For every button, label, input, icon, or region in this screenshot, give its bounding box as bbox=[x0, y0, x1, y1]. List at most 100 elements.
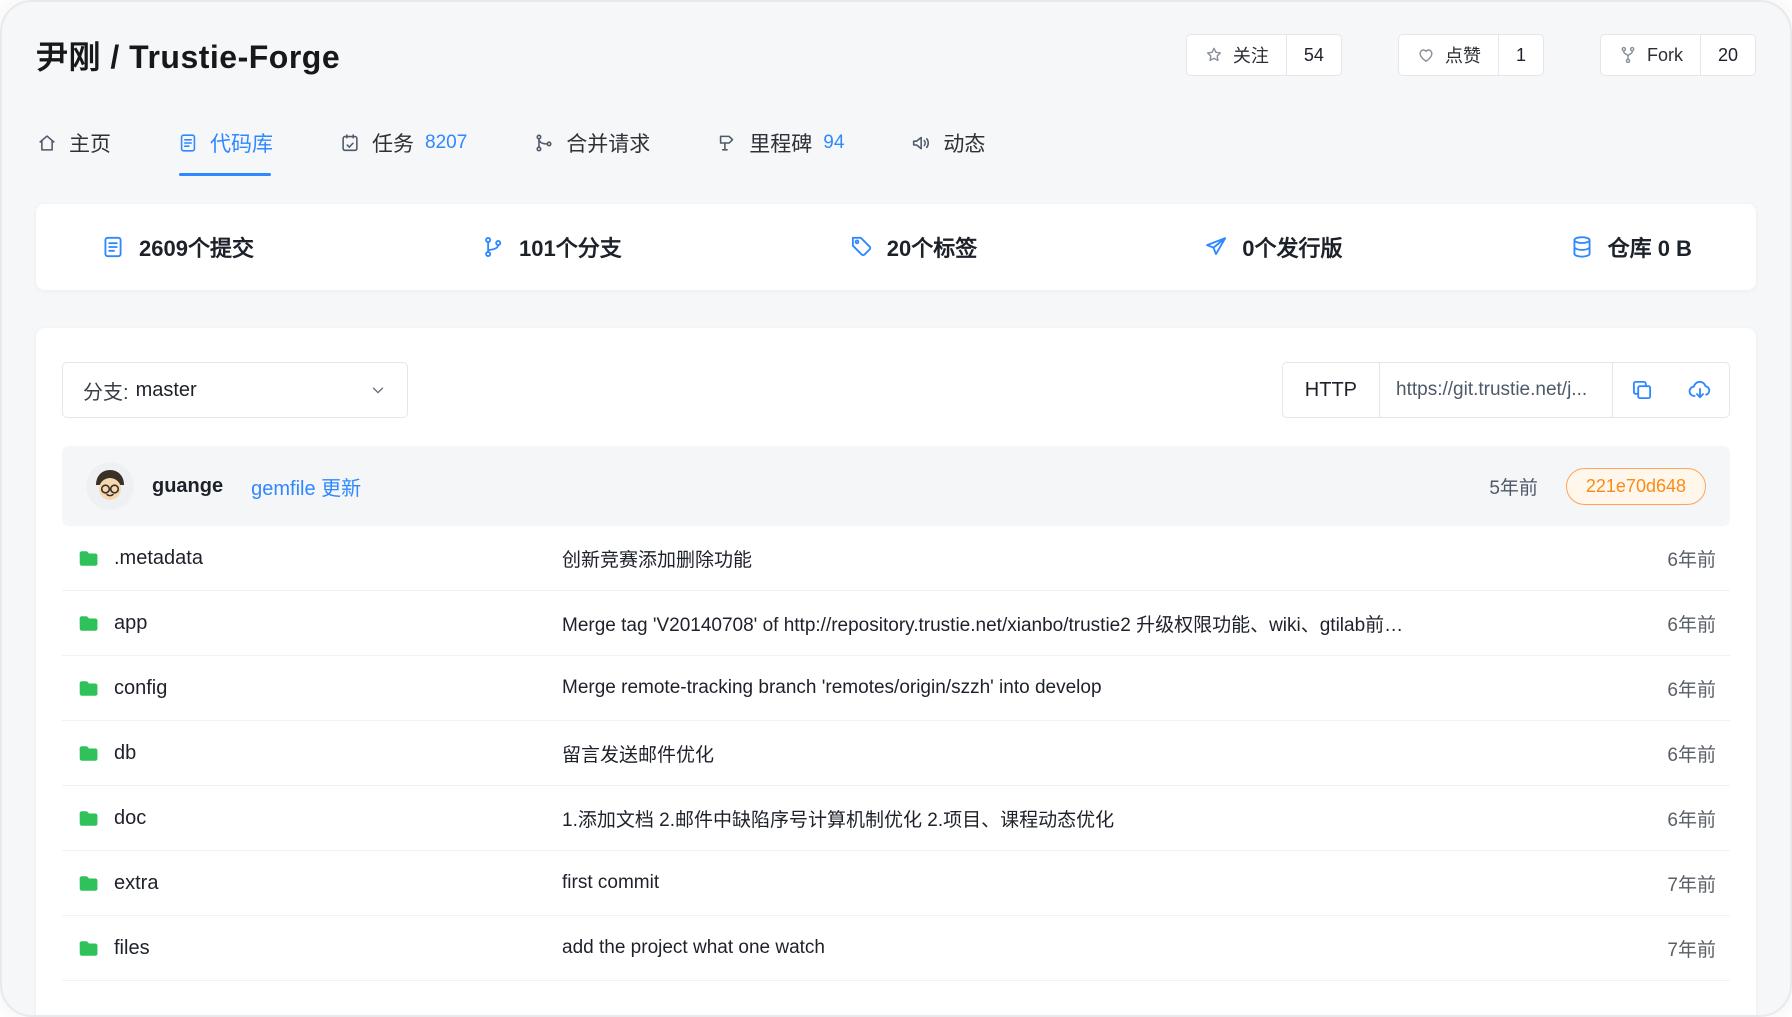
folder-icon bbox=[76, 611, 101, 636]
branch-selector[interactable]: 分支: master bbox=[62, 362, 408, 418]
file-name-link[interactable]: app bbox=[62, 611, 562, 636]
tab-home[interactable]: 主页 bbox=[36, 128, 111, 176]
tab-merge-requests[interactable]: 合并请求 bbox=[533, 128, 650, 176]
file-commit-message[interactable]: 1.添加文档 2.邮件中缺陷序号计算机制优化 2.项目、课程动态优化 bbox=[562, 805, 1580, 832]
stat-tags[interactable]: 20个标签 bbox=[848, 231, 977, 263]
file-name: db bbox=[114, 742, 136, 765]
like-label-cell[interactable]: 点赞 bbox=[1399, 35, 1498, 75]
table-row[interactable]: config Merge remote-tracking branch 'rem… bbox=[62, 656, 1730, 721]
repo-breadcrumb[interactable]: 尹刚 / Trustie-Forge bbox=[36, 32, 340, 78]
file-commit-message[interactable]: Merge remote-tracking branch 'remotes/or… bbox=[562, 677, 1580, 699]
fork-count[interactable]: 20 bbox=[1700, 35, 1755, 75]
fork-icon bbox=[1618, 45, 1638, 65]
folder-icon bbox=[76, 936, 101, 961]
file-name-link[interactable]: doc bbox=[62, 806, 562, 831]
task-icon bbox=[339, 132, 361, 154]
clone-url-input[interactable] bbox=[1380, 379, 1612, 401]
file-name: files bbox=[114, 937, 150, 960]
table-row[interactable]: files add the project what one watch 7年前 bbox=[62, 916, 1730, 981]
copy-url-button[interactable] bbox=[1613, 363, 1671, 417]
repo-browser: 分支: master HTTP bbox=[36, 328, 1756, 1017]
like-count[interactable]: 1 bbox=[1498, 35, 1543, 75]
file-commit-time: 6年前 bbox=[1580, 545, 1730, 572]
file-commit-message[interactable]: Merge tag 'V20140708' of http://reposito… bbox=[562, 610, 1580, 637]
folder-icon bbox=[76, 806, 101, 831]
file-commit-message[interactable]: 创新竞赛添加删除功能 bbox=[562, 545, 1580, 572]
file-commit-message[interactable]: 留言发送邮件优化 bbox=[562, 740, 1580, 767]
app-window: 尹刚 / Trustie-Forge 关注 54 bbox=[0, 0, 1792, 1017]
stat-repo-size-label: 仓库 0 B bbox=[1608, 231, 1692, 263]
branch-selector-label: 分支: bbox=[83, 376, 129, 405]
browser-toolbar: 分支: master HTTP bbox=[62, 328, 1730, 418]
fork-button[interactable]: Fork 20 bbox=[1600, 34, 1756, 76]
page: 尹刚 / Trustie-Forge 关注 54 bbox=[2, 2, 1790, 1017]
home-icon bbox=[36, 132, 58, 154]
merge-icon bbox=[533, 132, 555, 154]
tab-activity[interactable]: 动态 bbox=[910, 128, 985, 176]
fork-label: Fork bbox=[1647, 45, 1683, 66]
commit-hash-badge[interactable]: 221e70d648 bbox=[1566, 468, 1706, 505]
repo-tabs: 主页 代码库 任务 8207 合并请求 bbox=[36, 128, 1756, 176]
tab-code-label: 代码库 bbox=[210, 128, 273, 158]
repo-stats: 2609个提交 101个分支 20个标签 0个发行版 bbox=[36, 204, 1756, 290]
file-commit-message[interactable]: add the project what one watch bbox=[562, 937, 1580, 959]
file-name-link[interactable]: db bbox=[62, 741, 562, 766]
like-button[interactable]: 点赞 1 bbox=[1398, 34, 1544, 76]
tab-home-label: 主页 bbox=[69, 128, 111, 158]
stat-releases[interactable]: 0个发行版 bbox=[1203, 231, 1342, 263]
file-commit-time: 6年前 bbox=[1580, 675, 1730, 702]
database-icon bbox=[1569, 234, 1595, 260]
branch-icon bbox=[480, 234, 506, 260]
clone-protocol-button[interactable]: HTTP bbox=[1283, 363, 1380, 417]
file-name-link[interactable]: files bbox=[62, 936, 562, 961]
file-name: extra bbox=[114, 872, 158, 895]
tab-milestones[interactable]: 里程碑 94 bbox=[716, 128, 844, 176]
tab-merge-requests-label: 合并请求 bbox=[566, 128, 650, 158]
folder-icon bbox=[76, 741, 101, 766]
file-commit-time: 6年前 bbox=[1580, 610, 1730, 637]
commit-message-link[interactable]: gemfile 更新 bbox=[251, 472, 361, 501]
stat-branches[interactable]: 101个分支 bbox=[480, 231, 622, 263]
tab-milestones-badge: 94 bbox=[823, 132, 844, 154]
watch-count[interactable]: 54 bbox=[1286, 35, 1341, 75]
heart-icon bbox=[1416, 45, 1436, 65]
folder-icon bbox=[76, 871, 101, 896]
watch-label-cell[interactable]: 关注 bbox=[1187, 35, 1286, 75]
commit-time: 5年前 bbox=[1489, 473, 1538, 500]
table-row[interactable]: doc 1.添加文档 2.邮件中缺陷序号计算机制优化 2.项目、课程动态优化 6… bbox=[62, 786, 1730, 851]
file-name-link[interactable]: .metadata bbox=[62, 546, 562, 571]
stat-releases-label: 0个发行版 bbox=[1242, 231, 1342, 263]
stat-commits-label: 2609个提交 bbox=[139, 231, 254, 263]
file-commit-time: 7年前 bbox=[1580, 935, 1730, 962]
watch-label: 关注 bbox=[1233, 42, 1269, 68]
like-label: 点赞 bbox=[1445, 42, 1481, 68]
avatar[interactable] bbox=[86, 462, 134, 510]
cloud-download-icon bbox=[1687, 377, 1713, 403]
commit-author[interactable]: guange bbox=[152, 475, 223, 498]
branch-selector-value: master bbox=[136, 379, 197, 402]
commit-icon bbox=[100, 234, 126, 260]
repo-header: 尹刚 / Trustie-Forge 关注 54 bbox=[36, 2, 1756, 78]
table-row[interactable]: app Merge tag 'V20140708' of http://repo… bbox=[62, 591, 1730, 656]
tab-milestones-label: 里程碑 bbox=[749, 128, 812, 158]
table-row[interactable]: extra first commit 7年前 bbox=[62, 851, 1730, 916]
tab-activity-label: 动态 bbox=[943, 128, 985, 158]
stat-commits[interactable]: 2609个提交 bbox=[100, 231, 254, 263]
tab-tasks[interactable]: 任务 8207 bbox=[339, 128, 467, 176]
file-commit-message[interactable]: first commit bbox=[562, 872, 1580, 894]
file-commit-time: 6年前 bbox=[1580, 805, 1730, 832]
stat-repo-size[interactable]: 仓库 0 B bbox=[1569, 231, 1692, 263]
stat-tags-label: 20个标签 bbox=[887, 231, 977, 263]
file-name-link[interactable]: config bbox=[62, 676, 562, 701]
table-row[interactable]: db 留言发送邮件优化 6年前 bbox=[62, 721, 1730, 786]
file-name: config bbox=[114, 677, 167, 700]
latest-commit-bar: guange gemfile 更新 5年前 221e70d648 bbox=[62, 446, 1730, 526]
download-button[interactable] bbox=[1671, 363, 1729, 417]
fork-label-cell[interactable]: Fork bbox=[1601, 35, 1700, 75]
file-name: .metadata bbox=[114, 547, 203, 570]
watch-button[interactable]: 关注 54 bbox=[1186, 34, 1342, 76]
file-name-link[interactable]: extra bbox=[62, 871, 562, 896]
tab-code[interactable]: 代码库 bbox=[177, 128, 273, 176]
activity-icon bbox=[910, 132, 932, 154]
table-row[interactable]: .metadata 创新竞赛添加删除功能 6年前 bbox=[62, 526, 1730, 591]
